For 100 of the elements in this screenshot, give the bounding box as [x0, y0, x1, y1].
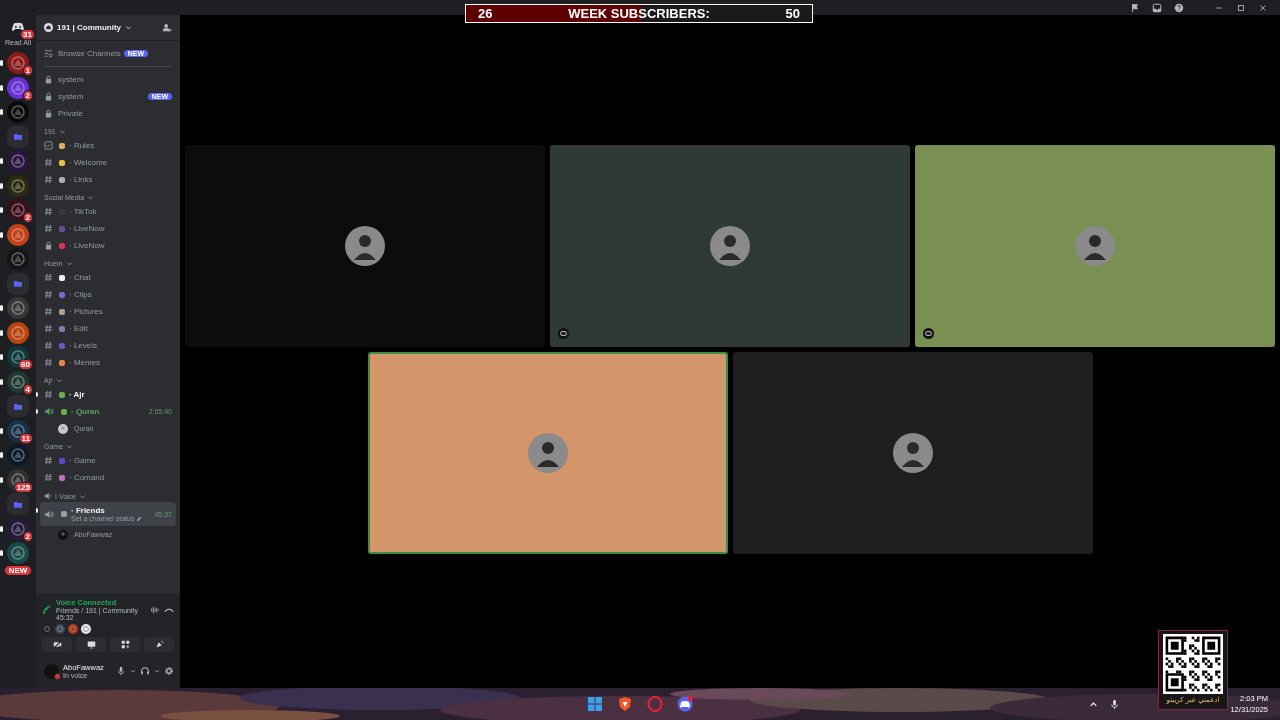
settings-icon[interactable] [164, 666, 174, 676]
channel-item[interactable]: · TikTok [40, 203, 176, 220]
list-search-icon [44, 49, 53, 58]
channel-item[interactable]: · Clips [40, 286, 176, 303]
user-avatar[interactable] [44, 663, 59, 679]
channel-item[interactable]: · Links [40, 171, 176, 188]
channel-item[interactable]: · Welcome [40, 154, 176, 171]
help-icon[interactable] [1174, 2, 1184, 13]
server-icon[interactable] [0, 52, 29, 74]
channel-item[interactable]: · Edit [40, 320, 176, 337]
maximize-icon[interactable] [1236, 2, 1246, 13]
channel-item[interactable]: · Chat [40, 269, 176, 286]
notification-badge: 2 [22, 212, 33, 223]
server-icon[interactable] [0, 444, 29, 466]
folder-icon [14, 133, 22, 140]
microphone-icon[interactable] [1109, 698, 1121, 710]
channel-item[interactable]: · Pictures [40, 303, 176, 320]
party-popper-icon [154, 640, 164, 649]
channel-item[interactable]: · Levels [40, 337, 176, 354]
chevron-down-icon[interactable] [55, 377, 63, 384]
hashtag-icon [44, 273, 53, 282]
close-icon[interactable] [1258, 2, 1268, 13]
channel-item[interactable]: · Comand [40, 469, 176, 486]
server-icon[interactable] [0, 542, 29, 564]
server-icon[interactable] [0, 370, 29, 393]
windows-start-icon[interactable] [587, 696, 603, 712]
server-icon[interactable] [0, 517, 29, 540]
channel-item[interactable]: system [40, 71, 176, 88]
add-person-icon[interactable] [162, 22, 172, 33]
video-tile[interactable] [732, 352, 1093, 554]
lock-icon [44, 241, 53, 250]
folder-icon [14, 402, 22, 410]
hashtag-icon [44, 290, 53, 299]
notification-badge: 11 [18, 432, 33, 444]
server-icon[interactable] [0, 101, 29, 123]
server-icon[interactable] [0, 199, 29, 221]
server-icon[interactable] [0, 223, 29, 246]
goal-target: 50 [785, 6, 800, 21]
server-name-menu[interactable]: 191 | Community [57, 23, 122, 32]
goal-start: 26 [478, 6, 493, 21]
speaker-icon [44, 492, 52, 500]
channel-item[interactable]: · LiveNow [40, 237, 176, 254]
server-icon[interactable] [0, 174, 29, 197]
pencil-icon[interactable] [136, 515, 143, 522]
chevron-down-icon[interactable] [66, 443, 74, 450]
chevron-down-icon[interactable] [65, 260, 73, 267]
video-tile[interactable] [367, 352, 728, 554]
chat-app-icon[interactable] [677, 696, 693, 712]
server-folder[interactable] [7, 125, 29, 148]
signal-icon [42, 604, 52, 615]
chevron-down-icon[interactable] [87, 194, 95, 201]
grid-plus-icon [120, 640, 130, 649]
soundboard-button[interactable] [144, 637, 174, 652]
game-controller-icon[interactable] [11, 22, 25, 32]
chevron-down-icon[interactable] [79, 492, 86, 500]
inbox-icon[interactable] [1152, 2, 1162, 13]
server-icon[interactable] [0, 346, 29, 368]
chevron-down-icon[interactable] [58, 128, 66, 135]
server-folder[interactable] [7, 272, 29, 295]
screen-share-button[interactable] [76, 637, 106, 652]
flag-icon[interactable] [1130, 2, 1140, 13]
server-icon[interactable] [0, 150, 29, 172]
chevron-down-icon[interactable] [154, 668, 160, 674]
lock-icon [44, 109, 53, 118]
server-folder[interactable] [7, 395, 29, 417]
video-tile[interactable] [550, 145, 910, 347]
activities-button[interactable] [110, 637, 140, 652]
server-icon[interactable] [0, 76, 29, 99]
notification-badge: 2 [22, 530, 33, 542]
server-icon[interactable] [0, 321, 29, 344]
notification-badge: 31 [20, 29, 35, 40]
video-tile[interactable] [185, 145, 545, 347]
camera-off-icon [52, 640, 62, 649]
streaming-icon [558, 328, 569, 339]
hashtag-icon [44, 324, 53, 333]
avatar-icon [710, 226, 750, 266]
microphone-icon[interactable] [116, 666, 126, 676]
headphones-icon[interactable] [140, 666, 150, 676]
server-folder[interactable] [7, 493, 29, 515]
streaming-icon [923, 328, 934, 339]
folder-icon [14, 280, 22, 287]
waveform-icon[interactable] [150, 604, 160, 615]
chevron-down-icon[interactable] [130, 668, 136, 674]
ring-icon[interactable] [647, 696, 663, 712]
avatar-icon [527, 433, 568, 473]
hashtag-icon [44, 358, 53, 367]
server-icon[interactable] [0, 297, 29, 319]
participant-avatar[interactable] [81, 624, 91, 634]
server-icon[interactable] [0, 419, 29, 442]
channel-item[interactable]: Private [40, 105, 176, 122]
notification-badge: 4 [22, 383, 33, 395]
video-tile[interactable] [915, 145, 1275, 347]
channel-item[interactable]: · LiveNow [40, 220, 176, 237]
channel-item[interactable]: · Rules [40, 137, 176, 154]
channel-item[interactable]: · Memes [40, 354, 176, 371]
avatar-icon [345, 226, 385, 266]
shield-icon[interactable] [617, 696, 633, 712]
channel-item[interactable]: · Game [40, 452, 176, 469]
chevron-down-icon[interactable] [125, 24, 133, 31]
camera-off-button[interactable] [42, 637, 72, 652]
